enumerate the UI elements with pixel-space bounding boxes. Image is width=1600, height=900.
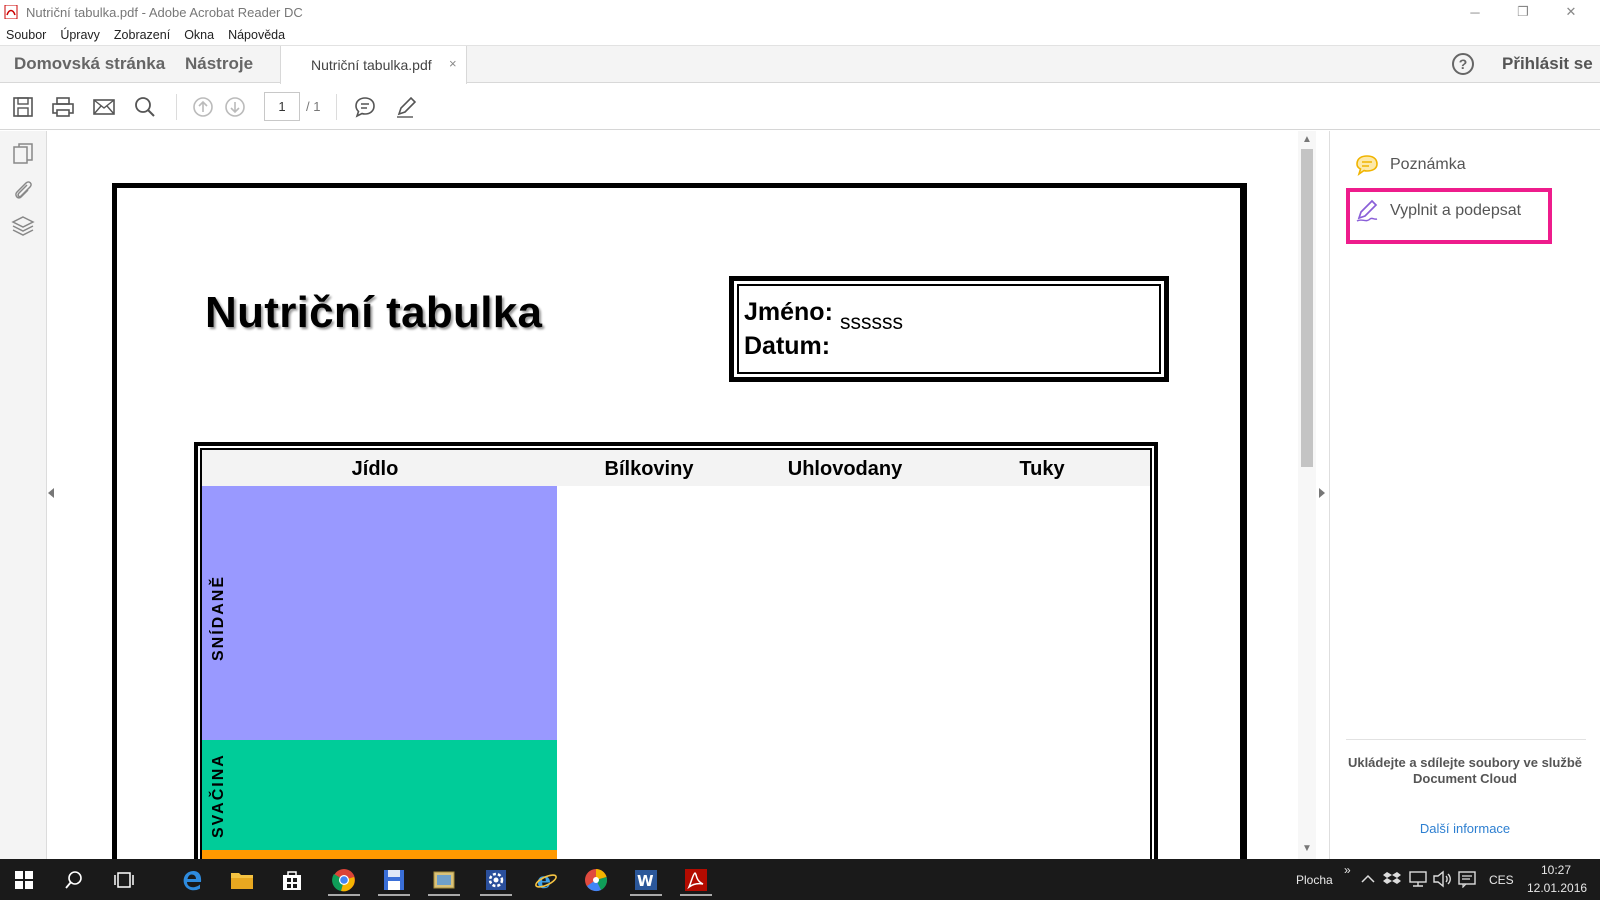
clock-time[interactable]: 10:27	[1541, 863, 1571, 877]
right-tools-panel: Poznámka Vyplnit a podepsat Ukládejte a …	[1330, 131, 1600, 859]
windows-start-icon[interactable]	[4, 863, 44, 896]
menu-view[interactable]: Zobrazení	[114, 28, 170, 42]
minimize-button[interactable]: ─	[1452, 0, 1498, 24]
pdf-page: Nutriční tabulka Jméno: Datum: ssssss Jí…	[112, 183, 1247, 859]
document-title: Nutriční tabulka	[205, 288, 543, 337]
collapse-left-panel-arrow-icon[interactable]	[48, 488, 54, 498]
comment-tool[interactable]: Poznámka	[1354, 152, 1466, 178]
next-page-icon[interactable]	[222, 94, 248, 120]
nutrition-table: Jídlo Bílkoviny Uhlovodany Tuky SNÍDANĚ …	[194, 442, 1158, 859]
window-title: Nutriční tabulka.pdf - Adobe Acrobat Rea…	[26, 4, 303, 20]
tab-home[interactable]: Domovská stránka	[14, 54, 165, 74]
show-hidden-icons-chevron-icon[interactable]	[1361, 874, 1375, 884]
file-explorer-icon[interactable]	[222, 863, 262, 896]
search-icon[interactable]	[54, 863, 94, 896]
tab-tools[interactable]: Nástroje	[185, 54, 253, 74]
fill-sign-pen-icon	[1356, 199, 1378, 222]
table-header: Jídlo Bílkoviny Uhlovodany Tuky	[202, 450, 1150, 486]
save-icon[interactable]	[10, 94, 36, 120]
page-total: / 1	[306, 99, 321, 114]
page-number-input[interactable]: 1	[264, 92, 300, 121]
windows-taskbar: e W Plocha » CES 10:27 12.01.2016	[0, 859, 1600, 900]
scroll-up-arrow-icon[interactable]: ▲	[1302, 134, 1312, 145]
panel-footer-divider	[1346, 739, 1586, 740]
settings-gear-icon[interactable]	[476, 863, 516, 896]
acrobat-reader-icon[interactable]	[676, 863, 716, 896]
column-header-protein: Bílkoviny	[604, 458, 694, 480]
fill-sign-tool[interactable]: Vyplnit a podepsat	[1354, 198, 1521, 224]
toolbar: 1 / 1	[0, 84, 1600, 130]
task-view-icon[interactable]	[104, 863, 144, 896]
previous-page-icon[interactable]	[190, 94, 216, 120]
clock-date[interactable]: 12.01.2016	[1527, 881, 1587, 895]
close-window-button[interactable]: ✕	[1548, 0, 1594, 24]
toolbar-divider	[176, 94, 177, 120]
breakfast-row-cell: SNÍDANĚ	[202, 486, 557, 740]
svg-text:W: W	[637, 872, 654, 890]
document-tab-label: Nutriční tabulka.pdf	[311, 57, 432, 73]
attachment-icon[interactable]	[10, 177, 36, 203]
network-icon[interactable]	[1408, 870, 1428, 888]
scroll-down-arrow-icon[interactable]: ▼	[1302, 843, 1312, 854]
chrome-icon[interactable]	[324, 863, 364, 896]
help-icon[interactable]: ?	[1452, 53, 1474, 75]
column-header-fats: Tuky	[1019, 458, 1065, 480]
search-icon[interactable]	[132, 94, 158, 120]
snack-label: SVAČINA	[210, 753, 227, 838]
acrobat-pdf-icon	[4, 5, 18, 19]
vertical-scrollbar[interactable]: ▲ ▼	[1298, 131, 1316, 859]
email-icon[interactable]	[91, 94, 117, 120]
layers-icon[interactable]	[10, 213, 36, 239]
action-center-icon[interactable]	[1458, 870, 1476, 888]
column-header-carbs: Uhlovodany	[787, 458, 903, 480]
internet-explorer-icon[interactable]: e	[526, 863, 566, 896]
volume-icon[interactable]	[1432, 870, 1452, 888]
signin-link[interactable]: Přihlásit se	[1502, 54, 1593, 74]
name-field[interactable]: ssssss	[840, 311, 903, 335]
pages-thumbnail-icon[interactable]	[10, 141, 36, 167]
photos-app-icon[interactable]	[424, 863, 464, 896]
comment-tool-label: Poznámka	[1390, 156, 1466, 173]
store-icon[interactable]	[272, 863, 312, 896]
breakfast-label: SNÍDANĚ	[210, 574, 227, 661]
left-navigation-rail	[0, 131, 47, 859]
menu-window[interactable]: Okna	[184, 28, 214, 42]
comment-bubble-icon	[1356, 155, 1378, 176]
edge-browser-icon[interactable]	[172, 863, 212, 896]
menu-edit[interactable]: Úpravy	[60, 28, 100, 42]
next-row-cell	[202, 850, 557, 859]
fill-sign-pen-icon[interactable]	[393, 94, 419, 120]
dropbox-icon[interactable]	[1383, 870, 1401, 888]
column-header-food: Jídlo	[351, 458, 399, 480]
desktop-toolbar-label[interactable]: Plocha	[1296, 873, 1333, 887]
picasa-icon[interactable]	[576, 863, 616, 896]
menu-file[interactable]: Soubor	[6, 28, 46, 42]
save-disk-app-icon[interactable]	[374, 863, 414, 896]
comment-icon[interactable]	[352, 94, 378, 120]
fill-sign-tool-label: Vyplnit a podepsat	[1390, 202, 1522, 219]
more-info-link[interactable]: Další informace	[1340, 821, 1590, 836]
word-icon[interactable]: W	[626, 863, 666, 896]
maximize-button[interactable]: ❐	[1500, 0, 1546, 24]
menu-help[interactable]: Nápověda	[228, 28, 285, 42]
name-date-box: Jméno: Datum: ssssss	[729, 276, 1169, 382]
close-tab-icon[interactable]: ×	[449, 56, 457, 71]
toolbar-divider	[336, 94, 337, 120]
input-language-indicator[interactable]: CES	[1489, 873, 1514, 887]
toolbar-overflow-chevron[interactable]: »	[1344, 863, 1351, 877]
date-label: Datum:	[744, 332, 831, 360]
tab-bar: Domovská stránka Nástroje Nutriční tabul…	[0, 45, 1600, 84]
scrollbar-thumb[interactable]	[1301, 149, 1313, 467]
document-viewport[interactable]: Nutriční tabulka Jméno: Datum: ssssss Jí…	[58, 131, 1294, 859]
snack-row-cell: SVAČINA	[202, 740, 557, 850]
document-cloud-promo: Ukládejte a sdílejte soubory ve službě D…	[1347, 755, 1583, 786]
collapse-right-panel-arrow-icon[interactable]	[1319, 488, 1325, 498]
title-bar: Nutriční tabulka.pdf - Adobe Acrobat Rea…	[0, 0, 1600, 24]
name-label: Jméno:	[744, 298, 833, 326]
tab-document[interactable]: Nutriční tabulka.pdf ×	[280, 46, 467, 84]
print-icon[interactable]	[50, 94, 76, 120]
menu-bar: Soubor Úpravy Zobrazení Okna Nápověda	[0, 24, 1600, 45]
